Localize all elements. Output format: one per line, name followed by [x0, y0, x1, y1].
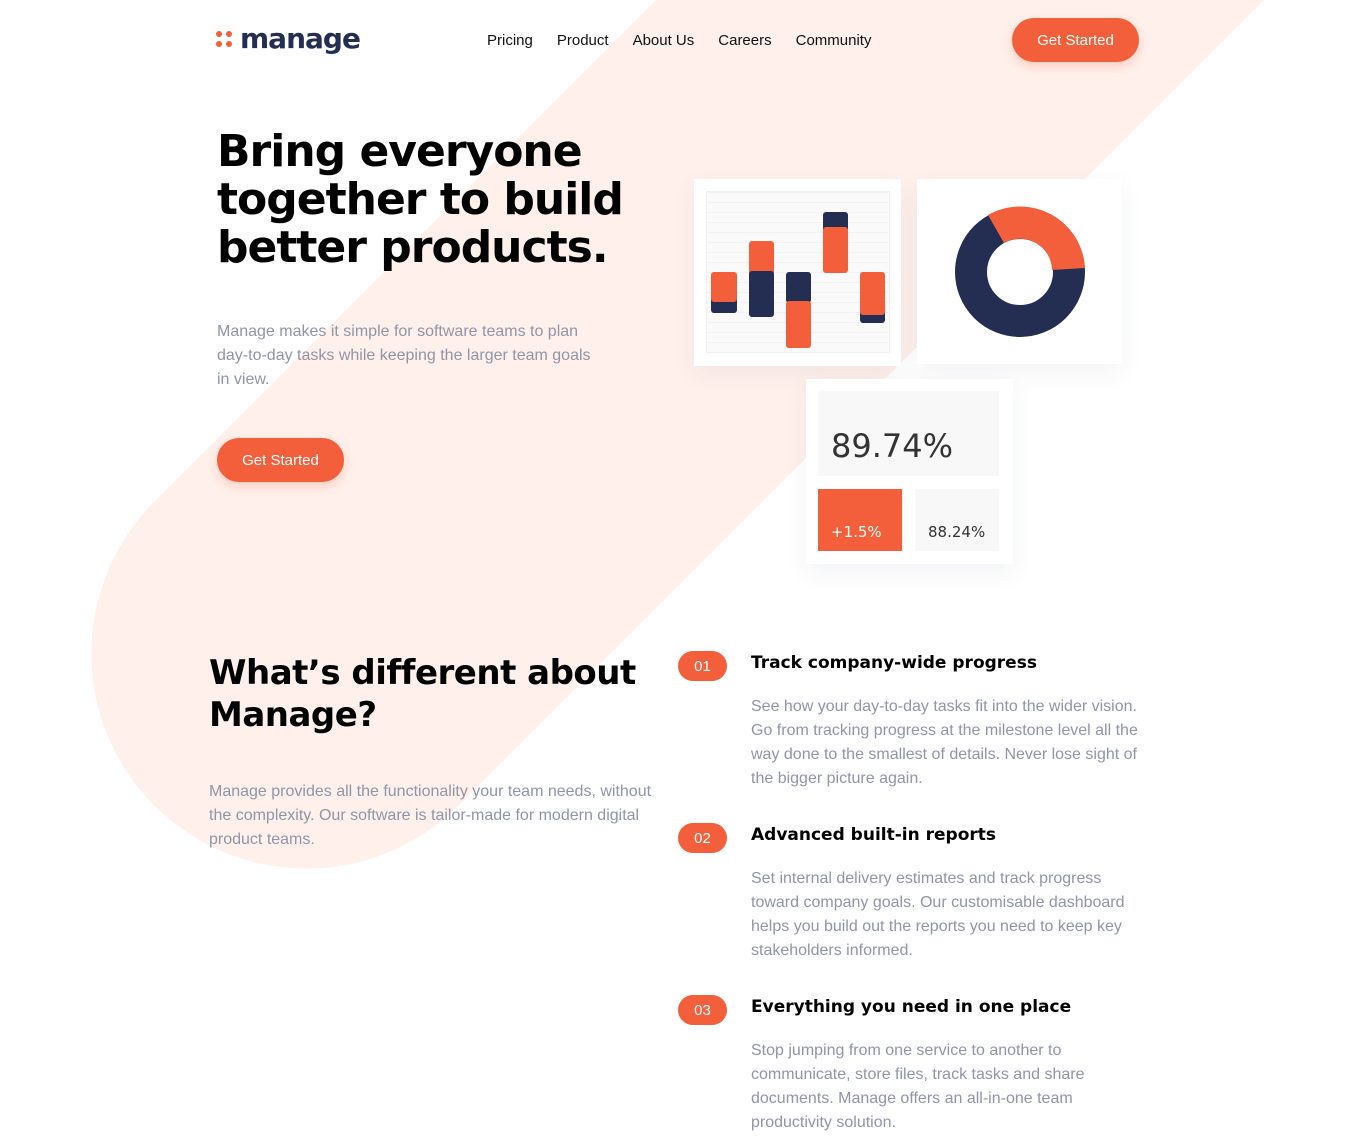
bar-2-navy: [749, 271, 774, 317]
features-title: What’s different about Manage?: [209, 653, 636, 735]
donut-chart-illustration: [955, 206, 1085, 337]
logo[interactable]: manage: [216, 22, 361, 55]
header-get-started-button[interactable]: Get Started: [1012, 18, 1139, 62]
nav-link-community[interactable]: Community: [796, 32, 872, 49]
bar-4-orange: [823, 227, 848, 273]
feature-number-badge: 01: [678, 651, 727, 681]
bar-chart-card: [694, 179, 901, 366]
stats-card: 89.74% +1.5% 88.24%: [806, 379, 1013, 564]
bar-5-orange: [860, 272, 885, 315]
stat-secondary-value: 88.24%: [928, 523, 986, 541]
stat-secondary-tile: 88.24%: [915, 489, 999, 551]
donut-segment-orange: [988, 206, 1085, 270]
background-shape: [2, 0, 1360, 958]
bar-3-orange: [786, 301, 811, 348]
bar-1-orange: [711, 272, 737, 302]
feature-description: See how your day-to-day tasks fit into t…: [751, 698, 1138, 787]
stat-change-tile: +1.5%: [818, 489, 902, 551]
nav-link-about-us[interactable]: About Us: [633, 32, 695, 49]
bar-chart-illustration: [711, 212, 885, 348]
feature-description: Set internal delivery estimates and trac…: [751, 870, 1125, 959]
hero-get-started-button[interactable]: Get Started: [217, 438, 344, 482]
donut-chart-card: [917, 179, 1122, 364]
feature-description: Stop jumping from one service to another…: [751, 1042, 1085, 1131]
nav-link-careers[interactable]: Careers: [718, 32, 771, 49]
hero-description: Manage makes it simple for software team…: [217, 323, 591, 388]
stat-main-value: 89.74%: [831, 427, 954, 465]
feature-title: Advanced built-in reports: [751, 825, 997, 845]
main-nav: Pricing Product About Us Careers Communi…: [487, 32, 871, 49]
logo-icon: [216, 30, 232, 47]
feature-title: Track company-wide progress: [751, 653, 1037, 673]
hero-title: Bring everyone together to build better …: [217, 126, 624, 273]
feature-number-badge: 02: [678, 823, 727, 853]
features-description: Manage provides all the functionality yo…: [209, 783, 652, 848]
feature-title: Everything you need in one place: [751, 997, 1072, 1017]
stat-change-value: +1.5%: [831, 523, 882, 541]
nav-link-pricing[interactable]: Pricing: [487, 32, 533, 49]
nav-link-product[interactable]: Product: [557, 32, 609, 49]
feature-number-badge: 03: [678, 995, 727, 1025]
logo-text: manage: [240, 22, 361, 55]
stat-main-tile: 89.74%: [818, 391, 999, 476]
bar-3-navy: [786, 272, 811, 303]
